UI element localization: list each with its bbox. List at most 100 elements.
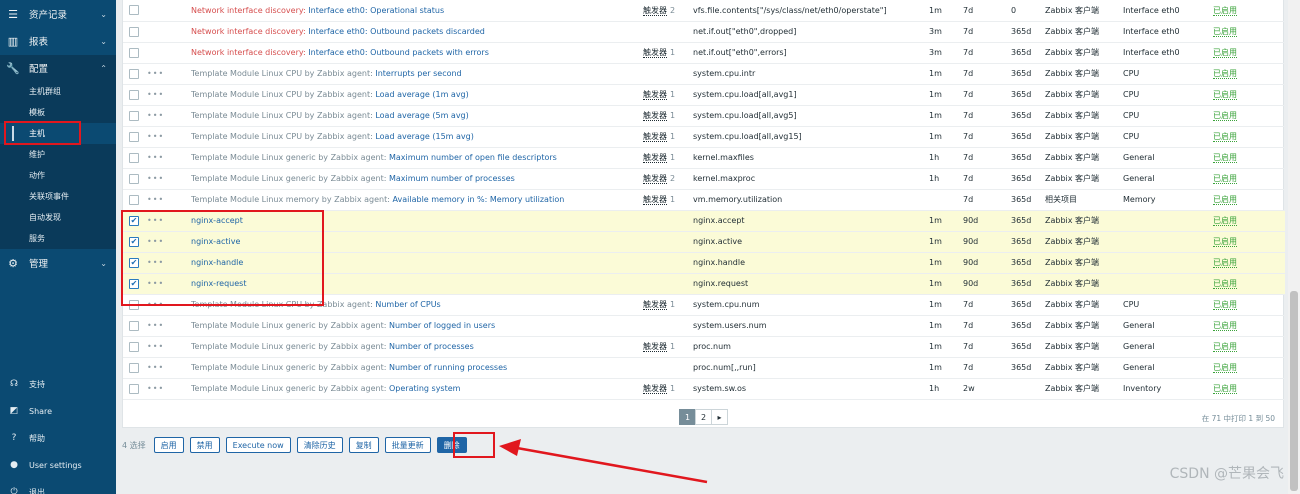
status-toggle[interactable]: 已启用 <box>1213 237 1237 247</box>
delete-button[interactable]: 删除 <box>436 437 467 453</box>
status-toggle[interactable]: 已启用 <box>1213 195 1237 205</box>
more-options-icon[interactable]: ••• <box>145 363 164 372</box>
more-options-icon[interactable]: ••• <box>145 384 164 393</box>
template-link[interactable]: Template Module Linux generic by Zabbix … <box>191 363 384 372</box>
mass-update-button[interactable]: 批量更新 <box>384 437 431 453</box>
row-checkbox[interactable] <box>129 362 139 373</box>
triggers-link[interactable]: 触发器 <box>643 153 667 163</box>
item-name-link[interactable]: Number of CPUs <box>375 300 440 309</box>
clear-history-button[interactable]: 清除历史 <box>296 437 343 453</box>
item-name-link[interactable]: Interface eth0: Outbound packets with er… <box>308 48 489 57</box>
template-link[interactable]: Template Module Linux CPU by Zabbix agen… <box>191 132 370 141</box>
status-toggle[interactable]: 已启用 <box>1213 27 1237 37</box>
row-checkbox[interactable] <box>129 152 139 163</box>
row-checkbox[interactable] <box>129 236 139 247</box>
enable-button[interactable]: 启用 <box>153 437 184 453</box>
page-button-1[interactable]: 1 <box>679 409 696 425</box>
row-checkbox[interactable] <box>129 299 139 310</box>
item-name-link[interactable]: Maximum number of processes <box>389 174 515 183</box>
more-options-icon[interactable]: ••• <box>145 153 164 162</box>
item-name-link[interactable]: nginx-request <box>191 279 246 288</box>
status-toggle[interactable]: 已启用 <box>1213 48 1237 58</box>
template-link[interactable]: Template Module Linux memory by Zabbix a… <box>191 195 387 204</box>
status-toggle[interactable]: 已启用 <box>1213 111 1237 121</box>
more-options-icon[interactable]: ••• <box>145 195 164 204</box>
status-toggle[interactable]: 已启用 <box>1213 342 1237 352</box>
template-link[interactable]: Template Module Linux generic by Zabbix … <box>191 384 384 393</box>
more-options-icon[interactable]: ••• <box>145 111 164 120</box>
more-options-icon[interactable]: ••• <box>145 300 164 309</box>
template-link[interactable]: Network interface discovery <box>191 48 303 57</box>
item-name-link[interactable]: Number of processes <box>389 342 474 351</box>
more-options-icon[interactable]: ••• <box>145 69 164 78</box>
triggers-link[interactable]: 触发器 <box>643 132 667 142</box>
row-checkbox[interactable] <box>129 47 139 58</box>
template-link[interactable]: Template Module Linux CPU by Zabbix agen… <box>191 111 370 120</box>
row-checkbox[interactable] <box>129 89 139 100</box>
status-toggle[interactable]: 已启用 <box>1213 216 1237 226</box>
item-name-link[interactable]: Interface eth0: Outbound packets discard… <box>308 27 485 36</box>
item-name-link[interactable]: Number of logged in users <box>389 321 495 330</box>
sidebar-item-host-groups[interactable]: 主机群组 <box>0 81 116 102</box>
template-link[interactable]: Template Module Linux generic by Zabbix … <box>191 321 384 330</box>
item-name-link[interactable]: Number of running processes <box>389 363 507 372</box>
sidebar-item-templates[interactable]: 模板 <box>0 102 116 123</box>
item-name-link[interactable]: nginx-active <box>191 237 240 246</box>
sidebar-item-hosts[interactable]: 主机 <box>0 123 116 144</box>
status-toggle[interactable]: 已启用 <box>1213 90 1237 100</box>
footer-help[interactable]: ? 帮助 <box>0 426 116 450</box>
status-toggle[interactable]: 已启用 <box>1213 321 1237 331</box>
template-link[interactable]: Template Module Linux generic by Zabbix … <box>191 153 384 162</box>
nav-section-administration[interactable]: ⚙ 管理 ⌄ <box>0 250 116 276</box>
item-name-link[interactable]: Load average (5m avg) <box>375 111 468 120</box>
template-link[interactable]: Network interface discovery <box>191 27 303 36</box>
more-options-icon[interactable]: ••• <box>145 174 164 183</box>
template-link[interactable]: Template Module Linux CPU by Zabbix agen… <box>191 90 370 99</box>
next-page-icon[interactable]: ▸ <box>711 409 728 425</box>
footer-user-settings[interactable]: ● User settings <box>0 453 116 477</box>
triggers-link[interactable]: 触发器 <box>643 384 667 394</box>
sidebar-item-event-correlation[interactable]: 关联项事件 <box>0 186 116 207</box>
triggers-link[interactable]: 触发器 <box>643 48 667 58</box>
status-toggle[interactable]: 已启用 <box>1213 300 1237 310</box>
scrollbar[interactable] <box>1288 0 1300 494</box>
page-button-2[interactable]: 2 <box>695 409 712 425</box>
template-link[interactable]: Template Module Linux CPU by Zabbix agen… <box>191 300 370 309</box>
triggers-link[interactable]: 触发器 <box>643 300 667 310</box>
status-toggle[interactable]: 已启用 <box>1213 279 1237 289</box>
status-toggle[interactable]: 已启用 <box>1213 132 1237 142</box>
copy-button[interactable]: 复制 <box>348 437 379 453</box>
row-checkbox[interactable] <box>129 173 139 184</box>
triggers-link[interactable]: 触发器 <box>643 90 667 100</box>
item-name-link[interactable]: nginx-accept <box>191 216 243 225</box>
more-options-icon[interactable]: ••• <box>145 237 164 246</box>
item-name-link[interactable]: Available memory in %: Memory utilizatio… <box>393 195 565 204</box>
more-options-icon[interactable]: ••• <box>145 279 164 288</box>
more-options-icon[interactable]: ••• <box>145 90 164 99</box>
row-checkbox[interactable] <box>129 341 139 352</box>
status-toggle[interactable]: 已启用 <box>1213 363 1237 373</box>
more-options-icon[interactable]: ••• <box>145 342 164 351</box>
status-toggle[interactable]: 已启用 <box>1213 69 1237 79</box>
sidebar-item-services[interactable]: 服务 <box>0 228 116 249</box>
sidebar-item-discovery[interactable]: 自动发现 <box>0 207 116 228</box>
item-name-link[interactable]: nginx-handle <box>191 258 243 267</box>
item-name-link[interactable]: Interrupts per second <box>375 69 461 78</box>
triggers-link[interactable]: 触发器 <box>643 342 667 352</box>
row-checkbox[interactable] <box>129 383 139 394</box>
scrollbar-thumb[interactable] <box>1290 291 1298 491</box>
more-options-icon[interactable]: ••• <box>145 216 164 225</box>
more-options-icon[interactable]: ••• <box>145 132 164 141</box>
nav-section-configuration[interactable]: 🔧 配置 ⌃ <box>0 55 116 81</box>
triggers-link[interactable]: 触发器 <box>643 5 667 16</box>
row-checkbox[interactable] <box>129 320 139 331</box>
template-link[interactable]: Template Module Linux generic by Zabbix … <box>191 174 384 183</box>
row-checkbox[interactable] <box>129 131 139 142</box>
triggers-link[interactable]: 触发器 <box>643 195 667 205</box>
item-name-link[interactable]: Load average (15m avg) <box>375 132 474 141</box>
triggers-link[interactable]: 触发器 <box>643 174 667 184</box>
footer-logout[interactable]: ⏻ 退出 <box>0 480 116 494</box>
item-name-link[interactable]: Operating system <box>389 384 460 393</box>
row-checkbox[interactable] <box>129 5 139 16</box>
row-checkbox[interactable] <box>129 278 139 289</box>
